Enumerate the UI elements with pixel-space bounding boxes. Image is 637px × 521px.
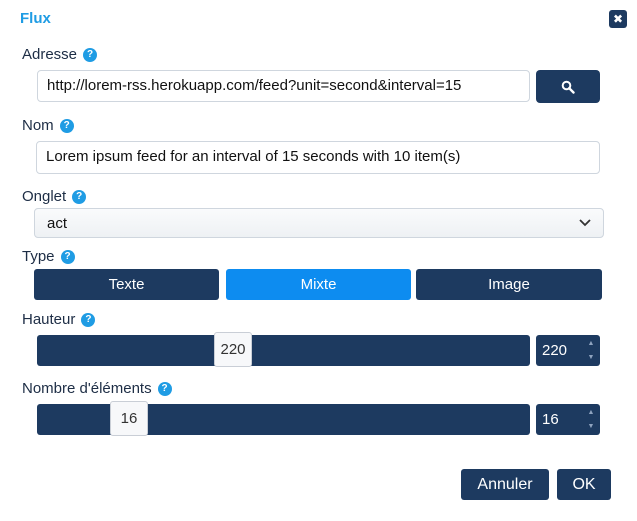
tab-select[interactable]: act	[34, 208, 604, 238]
count-slider-thumb[interactable]: 16	[110, 401, 148, 436]
cancel-button[interactable]: Annuler	[461, 469, 549, 500]
count-spinner-value: 16	[542, 411, 559, 428]
height-label-row: Hauteur ?	[22, 311, 96, 328]
dialog-title: Flux	[20, 10, 51, 27]
close-button[interactable]: ✖	[609, 10, 627, 28]
height-slider-thumb[interactable]: 220	[214, 332, 252, 367]
type-option-mixte[interactable]: Mixte	[226, 269, 411, 300]
count-label: Nombre d'éléments	[22, 380, 152, 397]
name-label: Nom	[22, 117, 54, 134]
address-label-row: Adresse ?	[22, 46, 98, 63]
address-input[interactable]: http://lorem-rss.herokuapp.com/feed?unit…	[37, 70, 530, 102]
help-icon[interactable]: ?	[81, 312, 96, 327]
height-label: Hauteur	[22, 311, 76, 328]
type-option-image[interactable]: Image	[416, 269, 602, 300]
help-icon[interactable]: ?	[60, 249, 75, 264]
type-option-texte[interactable]: Texte	[34, 269, 219, 300]
chevron-down-icon	[579, 219, 591, 227]
help-icon[interactable]: ?	[72, 189, 87, 204]
type-label-row: Type ?	[22, 248, 75, 265]
height-spinner-value: 220	[542, 342, 568, 359]
help-icon[interactable]: ?	[59, 118, 74, 133]
spin-down-icon[interactable]: ▼	[588, 351, 595, 364]
count-label-row: Nombre d'éléments ?	[22, 380, 172, 397]
feed-dialog: Flux ✖ Adresse ? http://lorem-rss.heroku…	[0, 0, 637, 521]
spin-up-icon[interactable]: ▲	[588, 337, 595, 350]
close-icon: ✖	[612, 12, 624, 26]
count-spinner[interactable]: 16 ▲ ▼	[536, 404, 600, 435]
tab-label-row: Onglet ?	[22, 188, 87, 205]
name-input[interactable]: Lorem ipsum feed for an interval of 15 s…	[36, 141, 600, 174]
height-spinner[interactable]: 220 ▲ ▼	[536, 335, 600, 366]
help-icon[interactable]: ?	[157, 381, 172, 396]
spin-down-icon[interactable]: ▼	[588, 420, 595, 433]
search-button[interactable]	[536, 70, 600, 103]
tab-select-value: act	[47, 214, 68, 232]
count-slider[interactable]: 16	[37, 401, 530, 436]
help-icon[interactable]: ?	[83, 47, 98, 62]
tab-label: Onglet	[22, 188, 67, 205]
name-label-row: Nom ?	[22, 117, 74, 134]
address-label: Adresse	[22, 46, 78, 63]
search-icon	[561, 80, 575, 94]
ok-button[interactable]: OK	[557, 469, 611, 500]
spin-up-icon[interactable]: ▲	[588, 406, 595, 419]
height-slider[interactable]: 220	[37, 332, 530, 367]
type-label: Type	[22, 248, 55, 265]
